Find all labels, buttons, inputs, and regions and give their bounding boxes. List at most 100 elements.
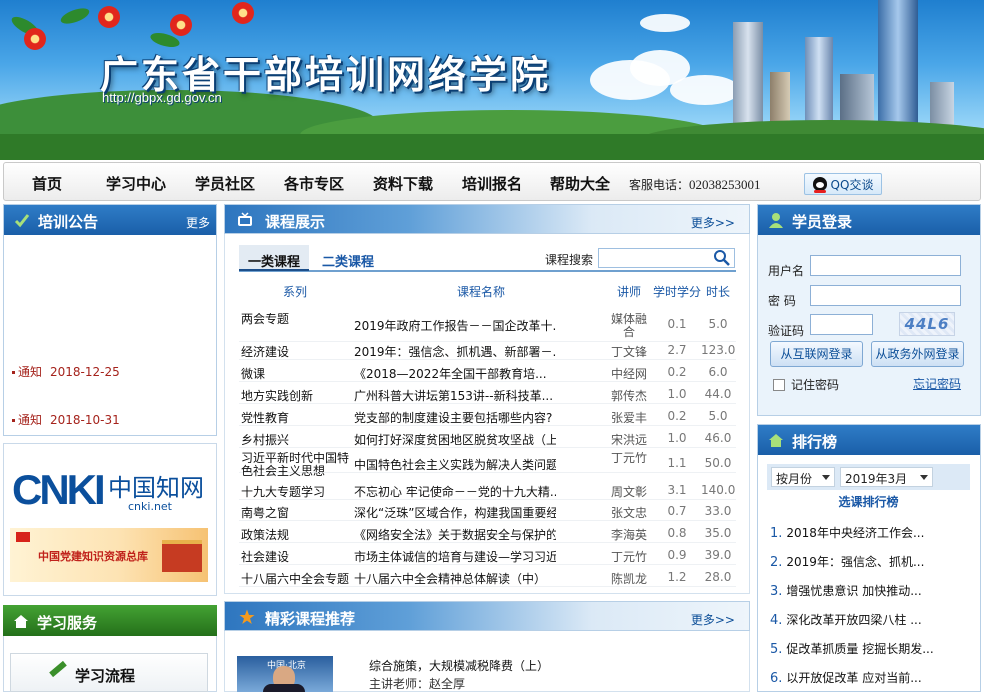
cell-lecturer: 宋洪远	[610, 433, 647, 447]
ranking-mode-select[interactable]: 按月份	[771, 467, 835, 487]
ranking-item[interactable]: 5. 促改革抓质量 挖掘长期发...	[770, 640, 975, 657]
notice-item[interactable]: 通知 2018-10-31	[12, 411, 120, 428]
cell-name[interactable]: 党支部的制度建设主要包括哪些内容?	[354, 409, 556, 426]
gov-login-button[interactable]: 从政务外网登录	[871, 341, 964, 367]
chevron-down-icon	[920, 475, 928, 480]
table-row[interactable]: 经济建设 2019年：强信念、抓机遇、新部署－... 丁文锋 2.7 123.0	[239, 338, 736, 360]
cell-name[interactable]: 不忘初心 牢记使命－－党的十九大精...	[354, 483, 556, 500]
cell-length: 46.0	[704, 431, 732, 445]
table-row[interactable]: 政策法规 《网络安全法》关于数据安全与保护的法... 李海英 0.8 35.0	[239, 521, 736, 543]
cell-name[interactable]: 十八届六中全会精神总体解读（中）	[354, 570, 556, 587]
table-row[interactable]: 乡村振兴 如何打好深度贫困地区脱贫攻坚战（上） 宋洪远 1.0 46.0	[239, 426, 736, 448]
main-nav: 首页 学习中心 学员社区 各市专区 资料下载 培训报名 帮助大全 客服电话：02…	[3, 162, 981, 201]
notice-item[interactable]: 通知 2018-12-25	[12, 363, 120, 380]
tab-category-1[interactable]: 一类课程	[239, 245, 310, 271]
qq-chat-button[interactable]: QQ交谈	[804, 173, 882, 195]
table-row[interactable]: 社会建设 市场主体诚信的培育与建设—学习习近平... 丁元竹 0.9 39.0	[239, 543, 736, 565]
cell-name[interactable]: 《网络安全法》关于数据安全与保护的法...	[354, 526, 556, 543]
nav-home[interactable]: 首页	[32, 173, 62, 194]
notice-date: 2018-12-25	[50, 365, 120, 379]
cell-category: 乡村振兴	[241, 433, 290, 447]
table-row[interactable]: 南粤之窗 深化“泛珠”区域合作，构建我国重要经... 张文忠 0.7 33.0	[239, 499, 736, 521]
ranking-item-title: 2019年：强信念、抓机...	[786, 555, 925, 569]
captcha-label: 验证码	[768, 324, 805, 338]
cell-name[interactable]: 如何打好深度贫困地区脱贫攻坚战（上）	[354, 431, 556, 448]
cell-name[interactable]: 中国特色社会主义实践为解决人类问题贡...	[354, 456, 556, 473]
bullet-icon	[12, 371, 15, 374]
cell-length: 33.0	[704, 504, 732, 518]
table-row[interactable]: 十八届六中全会专题 十八届六中全会精神总体解读（中） 陈凯龙 1.2 28.0	[239, 565, 736, 587]
cell-lecturer: 张爱丰	[610, 411, 647, 425]
cnki-banner[interactable]: CNKI 中国知网 cnki.net	[10, 460, 208, 516]
course-thumbnail[interactable]: 中国·北京	[237, 656, 333, 692]
recommend-panel-header: 精彩课程推荐 更多>>	[224, 601, 750, 631]
ranking-item-title: 以开放促改革 应对当前...	[786, 671, 922, 685]
remember-checkbox[interactable]	[773, 379, 785, 391]
internet-login-button[interactable]: 从互联网登录	[770, 341, 863, 367]
cell-name[interactable]: 市场主体诚信的培育与建设—学习习近平...	[354, 548, 556, 565]
notice-more-link[interactable]: 更多	[186, 214, 210, 231]
course-title: 课程展示	[265, 213, 326, 231]
cell-name[interactable]: 2019年政府工作报告－－国企改革十...	[354, 317, 556, 334]
ranking-month-value: 2019年3月	[845, 472, 908, 486]
cell-length: 140.0	[701, 483, 735, 497]
password-input[interactable]	[810, 285, 961, 306]
password-label: 密 码	[768, 294, 796, 308]
cell-name[interactable]: 《2018—2022年全国干部教育培...	[354, 365, 556, 382]
table-row[interactable]: 微课 《2018—2022年全国干部教育培... 中经网 0.2 6.0	[239, 360, 736, 382]
cell-lecturer: 中经网	[610, 367, 647, 381]
ranking-index: 5.	[770, 642, 783, 657]
ranking-item[interactable]: 3. 增强忧患意识 加快推动...	[770, 582, 975, 599]
table-row[interactable]: 习近平新时代中国特色社会主义思想中国特色社会主义实践为解决人类问题贡... 丁元竹…	[239, 451, 736, 478]
party-knowledge-banner[interactable]: 中国党建知识资源总库	[10, 528, 208, 582]
table-row[interactable]: 十九大专题学习 不忘初心 牢记使命－－党的十九大精... 周文彰 3.1 140.0	[239, 478, 736, 500]
tab-category-2[interactable]: 二类课程	[313, 245, 383, 271]
col-hours: 学时学分	[653, 285, 702, 299]
cell-name[interactable]: 广州科普大讲坛第153讲--新科技革...	[354, 387, 556, 404]
nav-downloads[interactable]: 资料下载	[373, 173, 433, 194]
forgot-password-link[interactable]: 忘记密码	[913, 375, 961, 392]
course-more-link[interactable]: 更多>>	[691, 214, 735, 231]
cell-length: 5.0	[708, 317, 728, 331]
ranking-item[interactable]: 2. 2019年：强信念、抓机...	[770, 553, 975, 570]
search-icon[interactable]	[712, 249, 732, 267]
cell-lecturer: 丁元竹	[610, 452, 647, 465]
nav-city-zone[interactable]: 各市专区	[284, 173, 344, 194]
cell-lecturer: 媒体融合	[610, 313, 647, 339]
service-panel-header: 学习服务	[3, 605, 217, 636]
ranking-item[interactable]: 4. 深化改革开放四梁八柱 ...	[770, 611, 975, 628]
nav-enrollment[interactable]: 培训报名	[462, 173, 522, 194]
recommend-more-link[interactable]: 更多>>	[691, 611, 735, 628]
ranking-item[interactable]: 6. 以开放促改革 应对当前...	[770, 669, 975, 686]
cell-name[interactable]: 2019年：强信念、抓机遇、新部署－...	[354, 343, 556, 360]
qq-chat-label: QQ交谈	[830, 177, 874, 192]
ranking-index: 2.	[770, 555, 783, 570]
remember-password[interactable]: 记住密码	[773, 376, 839, 393]
ranking-month-select[interactable]: 2019年3月	[840, 467, 933, 487]
username-input[interactable]	[810, 255, 961, 276]
nav-help[interactable]: 帮助大全	[550, 173, 610, 194]
cell-hours: 0.2	[667, 409, 687, 423]
site-url: http://gbpx.gd.gov.cn	[102, 90, 222, 105]
study-flow-label: 学习流程	[75, 667, 136, 685]
table-row[interactable]: 地方实践创新 广州科普大讲坛第153讲--新科技革... 郭传杰 1.0 44.0	[239, 382, 736, 404]
table-row[interactable]: 党性教育 党支部的制度建设主要包括哪些内容? 张爱丰 0.2 5.0	[239, 404, 736, 426]
cell-category: 微课	[241, 367, 266, 381]
star-icon	[239, 609, 255, 624]
cell-length: 123.0	[701, 343, 735, 357]
nav-community[interactable]: 学员社区	[195, 173, 255, 194]
cell-hours: 0.1	[667, 317, 687, 331]
study-flow-button[interactable]: 学习流程	[10, 653, 208, 692]
ranking-index: 6.	[770, 671, 783, 686]
ranking-item[interactable]: 1. 2018年中央经济工作会...	[770, 524, 975, 541]
nav-study-center[interactable]: 学习中心	[106, 173, 166, 194]
qq-icon	[812, 177, 827, 193]
captcha-image[interactable]: 44L6	[899, 312, 955, 336]
cell-name[interactable]: 深化“泛珠”区域合作，构建我国重要经...	[354, 504, 556, 521]
ranking-mode-value: 按月份	[776, 472, 813, 486]
recommend-course-title[interactable]: 综合施策，大规模减税降费（上）	[369, 657, 549, 674]
captcha-input[interactable]	[810, 314, 873, 335]
cell-hours: 1.0	[667, 431, 687, 445]
user-icon	[769, 213, 783, 228]
cell-lecturer: 张文忠	[610, 506, 647, 520]
